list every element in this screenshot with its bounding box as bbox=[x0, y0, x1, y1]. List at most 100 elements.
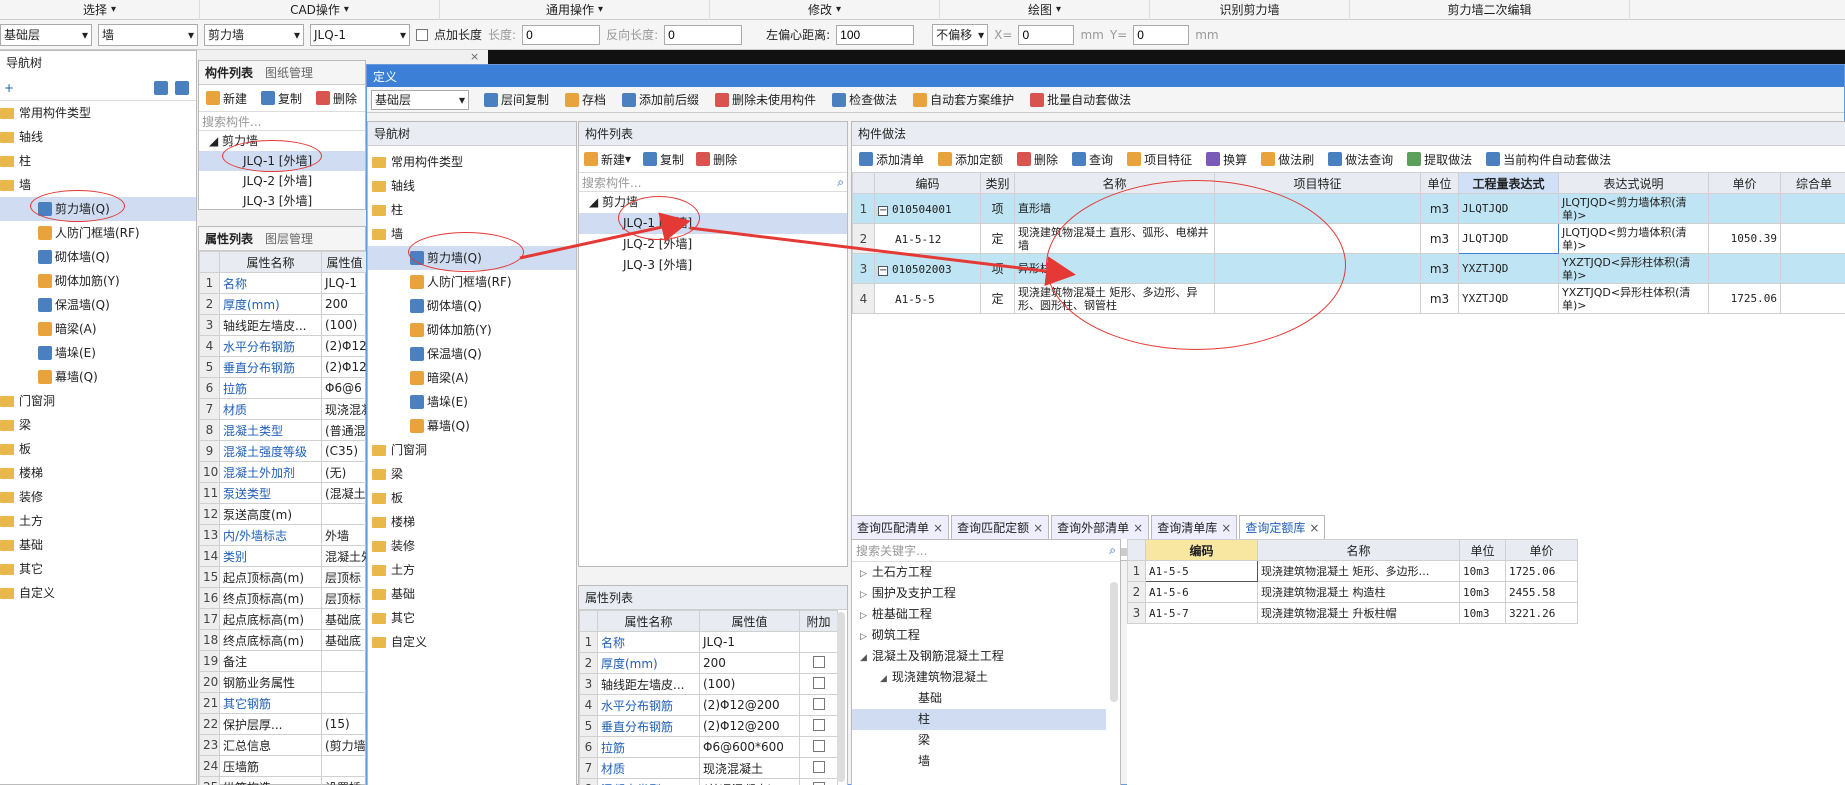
method-expression[interactable]: YXZTJQD bbox=[1458, 253, 1559, 284]
outer-copy-button[interactable]: 复制 bbox=[256, 87, 307, 109]
method-toolbar-button[interactable]: 项目特征 bbox=[1122, 148, 1197, 170]
attribute-row[interactable]: 1 名称 JLQ-1 bbox=[579, 631, 838, 653]
dialog-toolbar-button[interactable]: 添加前后缀 bbox=[617, 89, 704, 111]
attribute-row[interactable]: 18 终点底标高(m) 基础底 bbox=[199, 629, 368, 651]
attribute-row[interactable]: 23 汇总信息 (剪力墙 bbox=[199, 734, 368, 756]
query-row[interactable]: 2 A1-5-6 现浇建筑物混凝土 构造柱 10m3 2455.58 bbox=[1127, 581, 1578, 603]
attribute-value[interactable]: (C35) bbox=[321, 440, 368, 462]
component-item[interactable]: JLQ-1 [外墙] bbox=[579, 213, 847, 234]
top-menu-item[interactable]: 通用操作 ▾ bbox=[440, 0, 710, 20]
query-code[interactable]: A1-5-5 bbox=[1145, 560, 1258, 582]
attribute-row[interactable]: 3 轴线距左墙皮... (100) bbox=[579, 673, 838, 695]
outer-tab-drawings[interactable]: 图纸管理 bbox=[259, 64, 319, 81]
close-icon[interactable]: × bbox=[1309, 521, 1319, 535]
query-tree-item[interactable]: 墙 bbox=[852, 751, 1106, 772]
outer-tab-attributes[interactable]: 属性列表 bbox=[199, 230, 259, 247]
expand-icon[interactable]: ▷ bbox=[860, 611, 867, 621]
attribute-value[interactable]: (100) bbox=[699, 673, 800, 695]
attribute-value[interactable]: (2)Φ12 bbox=[321, 335, 368, 357]
method-column-header[interactable]: 类别 bbox=[980, 172, 1015, 194]
method-toolbar-button[interactable]: 提取做法 bbox=[1402, 148, 1477, 170]
component-item[interactable]: JLQ-2 [外墙] bbox=[199, 171, 365, 191]
outer-tree-root[interactable]: ◢ 剪力墙 bbox=[199, 131, 365, 151]
method-toolbar-button[interactable]: 添加清单 bbox=[854, 148, 929, 170]
dialog-new-button[interactable]: 新建 ▾ bbox=[579, 148, 636, 170]
nav-item[interactable]: 门窗洞 bbox=[0, 389, 196, 413]
attribute-value[interactable]: 层顶标 bbox=[321, 566, 368, 588]
query-tree-item[interactable]: 梁 bbox=[852, 730, 1106, 751]
attribute-row[interactable]: 19 备注 bbox=[199, 650, 368, 672]
method-toolbar-button[interactable]: 做法查询 bbox=[1323, 148, 1398, 170]
close-icon[interactable]: × bbox=[1221, 521, 1231, 535]
method-feature[interactable] bbox=[1214, 283, 1421, 314]
attribute-value[interactable]: 200 bbox=[699, 652, 800, 674]
query-column-header[interactable]: 编码 bbox=[1145, 539, 1258, 561]
method-expression[interactable]: JLQTJQD bbox=[1458, 193, 1559, 224]
attribute-row[interactable]: 8混凝土类型(普通混凝土) bbox=[579, 778, 838, 785]
top-menu-item[interactable]: CAD操作 ▾ bbox=[200, 0, 440, 20]
query-row[interactable]: 3 A1-5-7 现浇建筑物混凝土 升板柱帽 10m3 3221.26 bbox=[1127, 602, 1578, 624]
method-column-header[interactable]: 表达式说明 bbox=[1558, 172, 1709, 194]
method-name[interactable]: 异形柱 bbox=[1014, 253, 1215, 284]
attribute-value[interactable]: (剪力墙 bbox=[321, 734, 368, 756]
attribute-row[interactable]: 11 泵送类型 (混凝土 bbox=[199, 482, 368, 504]
query-tab[interactable]: 查询匹配定额 × bbox=[951, 515, 1050, 539]
nav-item[interactable]: 砌体加筋(Y) bbox=[368, 318, 576, 342]
nav-item[interactable]: 保温墙(Q) bbox=[0, 293, 196, 317]
attribute-row[interactable]: 12 泵送高度(m) bbox=[199, 503, 368, 525]
nav-item[interactable]: 装修 bbox=[0, 485, 196, 509]
grid-view-icon[interactable] bbox=[175, 80, 189, 95]
attribute-value[interactable]: (2)Φ12@200 bbox=[699, 715, 800, 737]
collapse-icon[interactable]: − bbox=[878, 265, 888, 276]
top-menu-item[interactable]: 选择 ▾ bbox=[0, 0, 200, 20]
method-column-header[interactable]: 单价 bbox=[1708, 172, 1781, 194]
attribute-row[interactable]: 8 混凝土类型 (普通混 bbox=[199, 419, 368, 441]
nav-item[interactable]: 轴线 bbox=[0, 125, 196, 149]
dialog-attr-scrollbar[interactable] bbox=[837, 612, 845, 782]
component-item[interactable]: JLQ-2 [外墙] bbox=[579, 234, 847, 255]
nav-item[interactable]: 其它 bbox=[368, 606, 576, 630]
type-select[interactable]: 墙 ▾ bbox=[98, 23, 198, 46]
query-tab[interactable]: 查询清单库 × bbox=[1151, 515, 1238, 539]
attribute-row[interactable]: 7 材质 现浇混凝土 bbox=[579, 757, 838, 779]
attribute-row[interactable]: 24 压墙筋 bbox=[199, 755, 368, 777]
nav-item[interactable]: 楼梯 bbox=[368, 510, 576, 534]
top-menu-item[interactable]: 绘图 ▾ bbox=[940, 0, 1150, 20]
query-code[interactable]: A1-5-6 bbox=[1145, 581, 1258, 603]
query-tab[interactable]: 查询匹配清单 × bbox=[851, 515, 950, 539]
attribute-row[interactable]: 10 混凝土外加剂 (无) bbox=[199, 461, 368, 483]
attribute-value[interactable]: 设置插 bbox=[321, 776, 368, 785]
nav-item[interactable]: 幕墙(Q) bbox=[368, 414, 576, 438]
nav-item[interactable]: 梁 bbox=[0, 413, 196, 437]
attribute-value[interactable]: (无) bbox=[321, 461, 368, 483]
attribute-value[interactable]: Φ6@6 bbox=[321, 377, 368, 399]
attribute-value[interactable] bbox=[321, 671, 368, 693]
method-row[interactable]: 1−010504001 项直形墙 m3 JLQTJQD JLQTJQD<剪力墙体积(清单… bbox=[852, 193, 1845, 224]
nav-item[interactable]: 梁 bbox=[368, 462, 576, 486]
x-input[interactable] bbox=[1018, 24, 1075, 45]
outer-delete-button[interactable]: 删除 bbox=[311, 87, 362, 109]
attribute-value[interactable]: (100) bbox=[321, 314, 368, 336]
top-menu-item[interactable]: 剪力墙二次编辑 bbox=[1350, 0, 1630, 20]
method-toolbar-button[interactable]: 查询 bbox=[1067, 148, 1118, 170]
expand-icon[interactable]: ◢ bbox=[860, 653, 867, 663]
query-column-header[interactable]: 单价 bbox=[1505, 539, 1578, 561]
attribute-value[interactable]: (普通混 bbox=[321, 419, 368, 441]
attribute-row[interactable]: 17 起点底标高(m) 基础底 bbox=[199, 608, 368, 630]
method-row[interactable]: 3−010502003 项异形柱 m3 YXZTJQD YXZTJQD<异形柱体积(清单… bbox=[852, 253, 1845, 284]
outer-search-input[interactable]: 搜索构件... bbox=[199, 111, 365, 131]
outer-new-button[interactable]: 新建 bbox=[201, 87, 252, 109]
nav-item[interactable]: 装修 bbox=[368, 534, 576, 558]
method-column-header[interactable]: 综合单 bbox=[1780, 172, 1845, 194]
top-menu-item[interactable]: 识别剪力墙 bbox=[1150, 0, 1350, 20]
attribute-value[interactable] bbox=[321, 650, 368, 672]
dialog-search-input[interactable]: 搜索构件... ⌕ bbox=[579, 172, 847, 192]
cad-canvas-strip[interactable] bbox=[488, 50, 1845, 64]
query-search-input[interactable]: 搜索关键字... ⌕ bbox=[852, 540, 1120, 562]
attribute-value[interactable]: 外墙 bbox=[321, 524, 368, 546]
attribute-value[interactable]: 200 bbox=[321, 293, 368, 315]
attribute-value[interactable]: Φ6@600*600 bbox=[699, 736, 800, 758]
dialog-toolbar-button[interactable]: 批量自动套做法 bbox=[1025, 89, 1136, 111]
query-tree-item[interactable]: ▷ 砌筑工程 bbox=[852, 625, 1106, 646]
extra-checkbox[interactable] bbox=[812, 739, 825, 752]
